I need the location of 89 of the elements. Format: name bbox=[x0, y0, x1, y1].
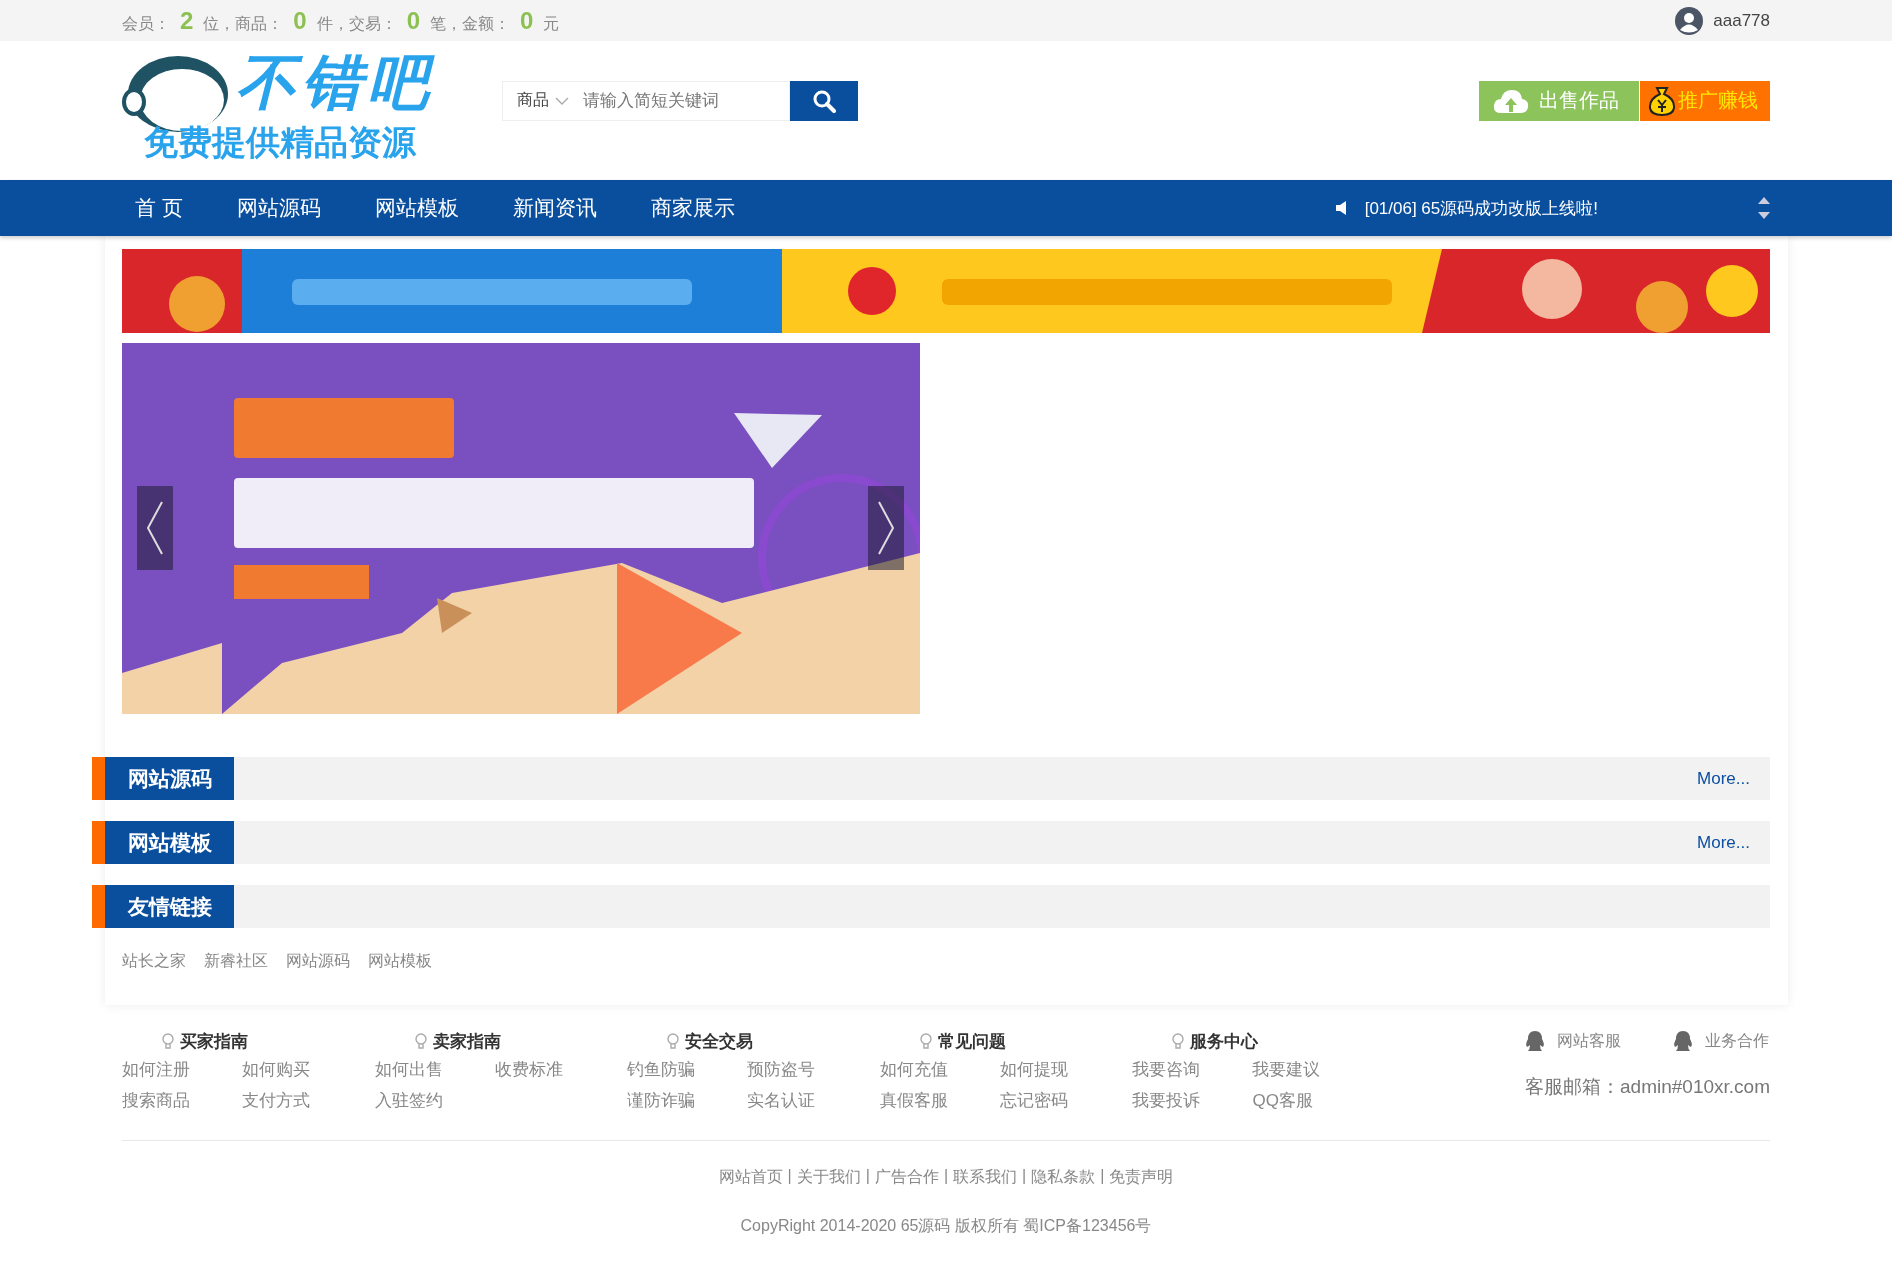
link-separator: | bbox=[865, 1167, 870, 1186]
footer-link[interactable]: 如何提现 bbox=[999, 1058, 1120, 1081]
contact-link[interactable]: 网站客服 bbox=[1557, 1030, 1622, 1052]
logo-title: 不错吧 bbox=[236, 47, 434, 118]
stat-label: 交易： bbox=[348, 13, 397, 34]
footer-bottom-link[interactable]: 隐私条款 bbox=[1031, 1167, 1096, 1188]
lightbulb-icon bbox=[162, 1032, 174, 1050]
footer-bottom-link[interactable]: 网站首页 bbox=[718, 1167, 783, 1188]
footer-link[interactable]: 我要投诉 bbox=[1132, 1089, 1253, 1112]
nav-link[interactable]: 新闻资讯 bbox=[485, 194, 624, 222]
search-button[interactable] bbox=[790, 80, 858, 121]
more-link[interactable]: More... bbox=[1697, 832, 1750, 853]
link-separator: | bbox=[787, 1167, 792, 1186]
sell-button[interactable]: 出售作品 bbox=[1479, 80, 1639, 121]
penguin-icon bbox=[1673, 1030, 1694, 1052]
lightbulb-icon bbox=[1172, 1032, 1185, 1050]
footer-link[interactable]: 入驻签约 bbox=[374, 1089, 495, 1112]
stat-label: 商品： bbox=[235, 13, 284, 34]
link-separator: | bbox=[1100, 1167, 1105, 1186]
footer-link[interactable]: 如何出售 bbox=[374, 1058, 495, 1081]
section-title: 友情链接 bbox=[105, 885, 234, 928]
next-slide-button[interactable] bbox=[868, 486, 904, 570]
stat-value: 2 bbox=[180, 6, 194, 35]
footer-link[interactable]: 如何购买 bbox=[242, 1058, 362, 1081]
search-icon bbox=[812, 88, 836, 113]
footer-link[interactable]: 预防盗号 bbox=[747, 1058, 868, 1081]
stat-unit: 件， bbox=[316, 13, 349, 34]
friend-link[interactable]: 站长之家 bbox=[122, 951, 186, 972]
friend-link[interactable]: 网站模板 bbox=[368, 951, 432, 972]
chevron-left-icon bbox=[146, 500, 164, 556]
stat-unit: 元 bbox=[543, 13, 560, 34]
footer-link[interactable]: 钓鱼防骗 bbox=[627, 1058, 748, 1081]
cloud-upload-icon bbox=[1493, 87, 1529, 114]
footer-bottom-link[interactable]: 联系我们 bbox=[953, 1167, 1018, 1188]
contact-link[interactable]: 业务合作 bbox=[1705, 1030, 1770, 1052]
nav-link[interactable]: 商家展示 bbox=[623, 194, 762, 222]
footer-link[interactable]: 如何注册 bbox=[122, 1058, 242, 1081]
link-separator: | bbox=[1022, 1167, 1027, 1186]
footer-group-title: 卖家指南 bbox=[432, 1030, 501, 1053]
footer-bottom-link[interactable]: 免责声明 bbox=[1109, 1167, 1174, 1188]
nav-link[interactable]: 网站源码 bbox=[209, 194, 348, 222]
stat-unit: 笔， bbox=[430, 13, 463, 34]
service-email: 客服邮箱：admin#010xr.com bbox=[1525, 1075, 1770, 1099]
footer-bottom-link[interactable]: 广告合作 bbox=[874, 1167, 939, 1188]
footer-link[interactable]: 支付方式 bbox=[242, 1089, 362, 1112]
copyright-text: CopyRight 2014-2020 65源码 版权所有 蜀ICP备123456号 bbox=[740, 1216, 1152, 1236]
section-title: 网站源码 bbox=[105, 757, 234, 800]
nav-link[interactable]: 首 页 bbox=[122, 194, 210, 222]
stat-value: 0 bbox=[520, 6, 534, 35]
user-avatar-icon[interactable] bbox=[1675, 6, 1704, 35]
stat-label: 会员： bbox=[122, 13, 170, 34]
footer-link[interactable]: 搜索商品 bbox=[122, 1089, 242, 1112]
caret-down-icon[interactable] bbox=[1758, 212, 1770, 219]
link-separator: | bbox=[943, 1167, 949, 1186]
lightbulb-icon bbox=[667, 1032, 680, 1050]
previous-slide-button[interactable] bbox=[137, 486, 173, 570]
footer-link[interactable]: 我要建议 bbox=[1252, 1058, 1373, 1081]
stat-unit: 位， bbox=[203, 13, 236, 34]
footer-group-title: 买家指南 bbox=[180, 1030, 248, 1053]
lightbulb-icon bbox=[919, 1032, 932, 1050]
section-title: 网站模板 bbox=[105, 821, 234, 864]
friend-link[interactable]: 新睿社区 bbox=[204, 951, 268, 972]
notice-text[interactable]: [01/06] 65源码成功改版上线啦! bbox=[1364, 196, 1598, 220]
footer-link[interactable]: 忘记密码 bbox=[999, 1089, 1120, 1112]
stat-value: 0 bbox=[406, 6, 421, 35]
username[interactable]: aaa778 bbox=[1713, 10, 1770, 31]
lightbulb-icon bbox=[414, 1032, 427, 1050]
footer-link[interactable]: 真假客服 bbox=[879, 1089, 1000, 1112]
stat-label: 金额： bbox=[462, 13, 511, 34]
logo-tagline: 免费提供精品资源 bbox=[144, 121, 416, 163]
friend-link[interactable]: 网站源码 bbox=[286, 951, 350, 972]
penguin-icon bbox=[1525, 1030, 1546, 1052]
footer-link[interactable]: 如何充值 bbox=[879, 1058, 1000, 1081]
money-bag-icon bbox=[1648, 85, 1676, 116]
nav-link[interactable]: 网站模板 bbox=[347, 194, 486, 222]
chevron-right-icon bbox=[877, 500, 895, 556]
footer-bottom-link[interactable]: 关于我们 bbox=[796, 1167, 861, 1188]
footer-group-title: 服务中心 bbox=[1190, 1030, 1259, 1053]
promote-button[interactable]: 推广赚钱 bbox=[1639, 80, 1770, 121]
footer-link[interactable]: QQ客服 bbox=[1252, 1089, 1373, 1112]
more-link[interactable]: More... bbox=[1697, 768, 1750, 789]
footer-group-title: 安全交易 bbox=[685, 1030, 754, 1053]
caret-up-icon[interactable] bbox=[1758, 197, 1770, 204]
footer-link[interactable]: 我要咨询 bbox=[1132, 1058, 1253, 1081]
stat-value: 0 bbox=[293, 6, 307, 35]
footer-group-title: 常见问题 bbox=[937, 1030, 1006, 1053]
footer-link[interactable]: 收费标准 bbox=[494, 1058, 615, 1081]
footer-link[interactable]: 实名认证 bbox=[747, 1089, 868, 1112]
footer-link[interactable]: 谨防诈骗 bbox=[627, 1089, 748, 1112]
